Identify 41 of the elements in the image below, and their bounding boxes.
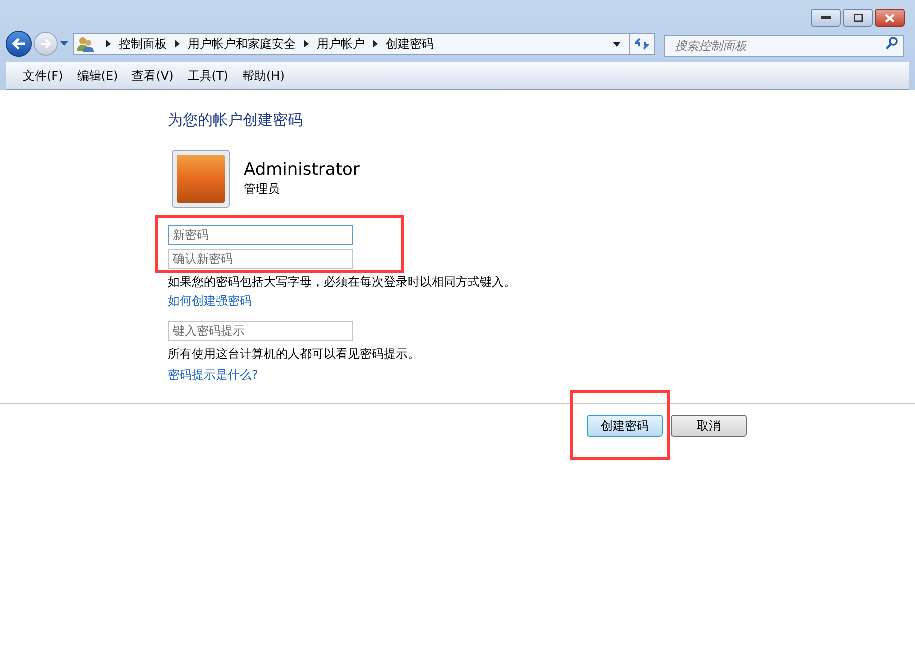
- breadcrumb[interactable]: 用户帐户: [317, 35, 365, 53]
- chevron-icon: [175, 40, 180, 48]
- password-field[interactable]: 新密码: [168, 225, 353, 245]
- account-type: 管理员: [244, 181, 281, 198]
- breadcrumb[interactable]: 控制面板: [119, 35, 167, 53]
- breadcrumb[interactable]: 用户帐户和家庭安全: [188, 35, 296, 53]
- restore-icon: [854, 14, 862, 22]
- menu-item[interactable]: 编辑(E): [70, 66, 126, 84]
- refresh-icon: [635, 38, 649, 50]
- menu-item[interactable]: 文件(F): [16, 66, 70, 84]
- forward-arrow-icon: [40, 39, 52, 49]
- user-avatar: [172, 150, 230, 208]
- hint-help-link[interactable]: 密码提示是什么?: [168, 368, 258, 382]
- chevron-icon: [304, 40, 309, 48]
- address-field[interactable]: 控制面板 用户帐户和家庭安全 用户帐户 创建密码: [73, 33, 655, 55]
- password-hint-field[interactable]: 键入密码提示: [168, 321, 353, 341]
- password-field[interactable]: 确认新密码: [168, 249, 353, 269]
- breadcrumb[interactable]: 创建密码: [386, 35, 434, 53]
- chevron-icon: [106, 40, 111, 48]
- hint-note: 所有使用这台计算机的人都可以看见密码提示。: [168, 346, 421, 362]
- menu-item[interactable]: 帮助(H): [236, 66, 292, 84]
- back-button[interactable]: [6, 31, 32, 57]
- account-name: Administrator: [244, 160, 360, 180]
- cancel-button[interactable]: 取消: [671, 415, 747, 437]
- back-arrow-icon: [12, 38, 26, 50]
- create-password-button[interactable]: 创建密码: [587, 415, 663, 437]
- minimize-icon: [821, 16, 831, 20]
- caps-note: 如果您的密码包括大写字母，必须在每次登录时以相同方式键入。: [168, 274, 517, 290]
- maximize-button[interactable]: [843, 9, 873, 27]
- menu-item[interactable]: 工具(T): [180, 66, 236, 84]
- close-button[interactable]: [875, 9, 905, 27]
- search-icon: [886, 37, 898, 50]
- chevron-icon: [373, 40, 378, 48]
- menu-item[interactable]: 查看(V): [125, 66, 181, 84]
- page-heading: 为您的帐户创建密码: [168, 110, 304, 130]
- search-field[interactable]: 搜索控制面板: [664, 35, 904, 57]
- strong-password-link[interactable]: 如何创建强密码: [168, 294, 252, 308]
- dropdown-caret-icon[interactable]: [613, 42, 621, 46]
- users-icon: [77, 36, 94, 52]
- close-icon: [885, 14, 895, 22]
- minimize-button[interactable]: [811, 9, 841, 27]
